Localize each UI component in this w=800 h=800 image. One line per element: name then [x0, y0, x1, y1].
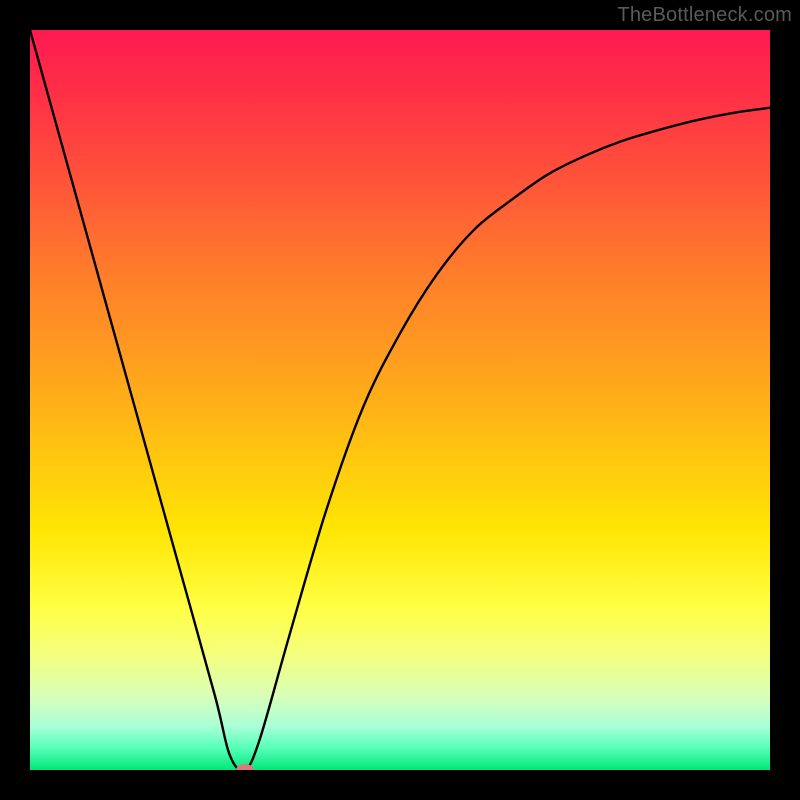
curve-path [30, 30, 770, 770]
bottleneck-curve [30, 30, 770, 770]
plot-area [30, 30, 770, 770]
chart-frame: TheBottleneck.com [0, 0, 800, 800]
trough-marker [236, 764, 254, 770]
watermark-text: TheBottleneck.com [617, 4, 792, 27]
